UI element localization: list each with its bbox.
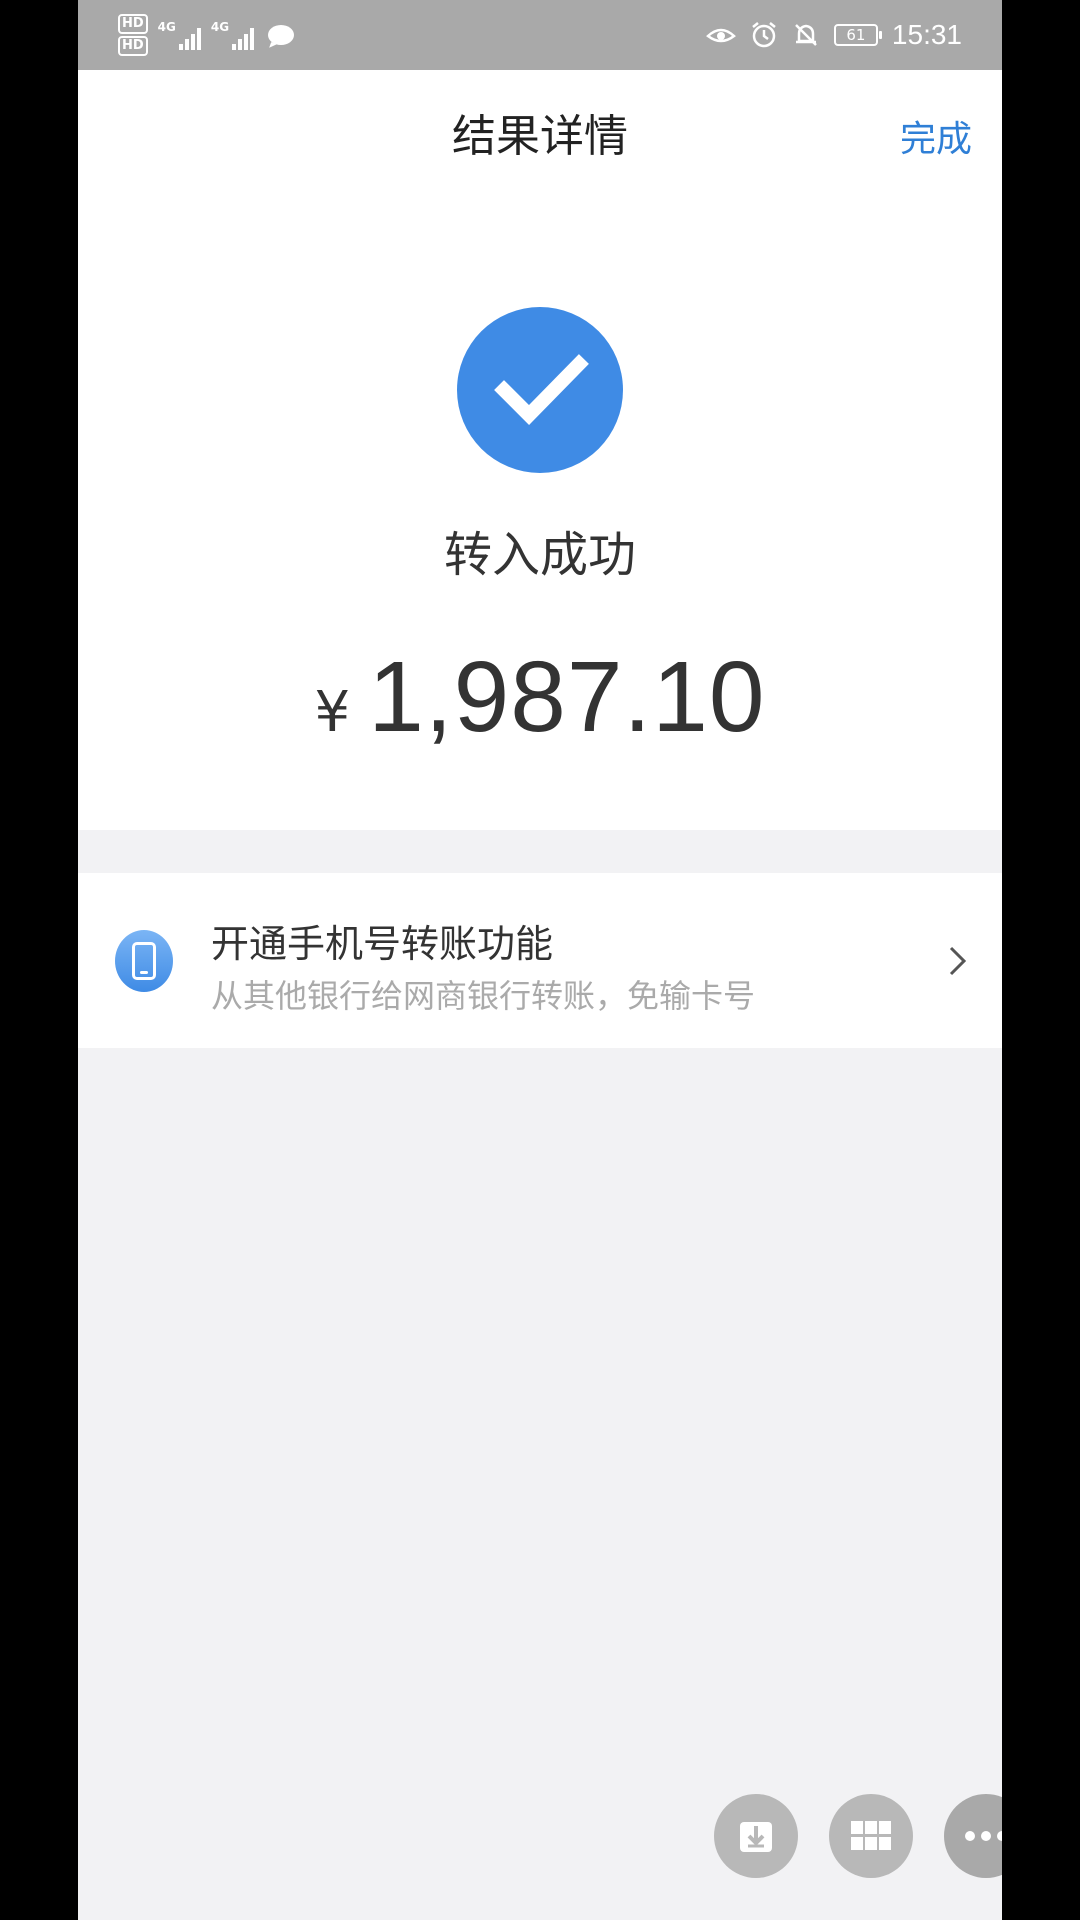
bell-muted-icon: [795, 24, 817, 46]
hd-indicators: HD HD: [118, 14, 148, 56]
result-section: 转入成功 ¥ 1,987.10: [78, 200, 1002, 830]
battery-icon: 61: [833, 24, 882, 46]
message-icon: [268, 25, 295, 45]
alarm-icon: [752, 22, 776, 48]
status-bar-left: HD HD 4G 4G: [118, 10, 295, 60]
status-bar-right: 61 15:31: [705, 10, 962, 60]
transfer-amount: 1,987.10: [368, 641, 766, 753]
promo-title: 开通手机号转账功能: [211, 922, 554, 966]
apps-grid-button[interactable]: [829, 1794, 913, 1878]
status-time: 15:31: [891, 19, 962, 50]
grid-icon: [851, 1821, 891, 1850]
download-icon: [740, 1822, 772, 1852]
signal-icon-2: 4G: [210, 20, 255, 50]
network-type-2: 4G: [210, 20, 230, 34]
signal-icon-1: 4G: [158, 20, 201, 50]
phone-icon: [115, 930, 173, 992]
more-icon: [965, 1831, 1002, 1841]
chevron-right-icon: [949, 946, 967, 976]
more-options-button[interactable]: [944, 1794, 1002, 1878]
download-button[interactable]: [714, 1794, 798, 1878]
amount-row: ¥ 1,987.10: [78, 640, 1002, 755]
promo-subtitle: 从其他银行给网商银行转账，免输卡号: [211, 977, 756, 1015]
done-button[interactable]: 完成: [900, 110, 972, 162]
currency-symbol: ¥: [314, 680, 351, 745]
battery-level: 61: [846, 26, 866, 44]
hd-badge-2: HD: [118, 36, 148, 56]
phone-transfer-promo-row[interactable]: 开通手机号转账功能 从其他银行给网商银行转账，免输卡号: [78, 873, 1002, 1048]
hd-badge-1: HD: [118, 14, 148, 34]
result-status-text: 转入成功: [443, 527, 636, 583]
network-type-1: 4G: [157, 20, 176, 34]
status-bar: HD HD 4G 4G 61 15:31: [78, 0, 1002, 70]
success-check-icon: [457, 307, 623, 473]
page-title: 结果详情: [452, 111, 628, 162]
phone-screen: HD HD 4G 4G 61 15:31 结果详情 完成 转入成功 ¥ 1,98…: [78, 0, 1002, 1920]
eye-icon: [705, 28, 736, 43]
header-bar: 结果详情 完成: [78, 70, 1002, 200]
